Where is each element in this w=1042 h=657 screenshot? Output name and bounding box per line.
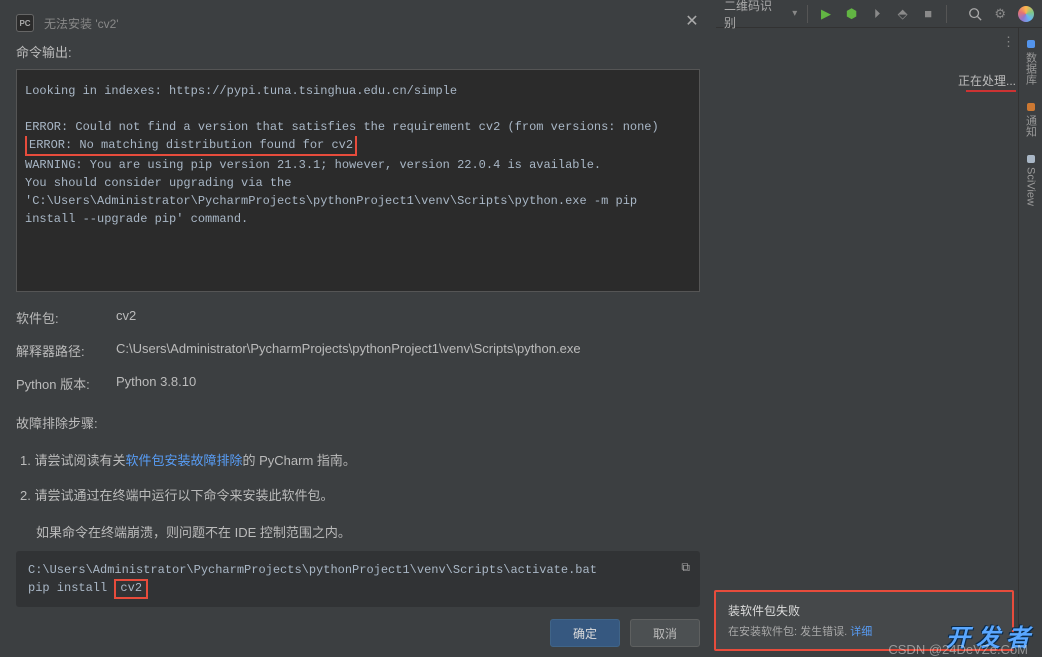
stop-icon[interactable]: ■	[920, 6, 936, 22]
notification-details-link[interactable]: 详细	[850, 626, 872, 638]
processing-indicator	[966, 90, 1016, 92]
console-line: Looking in indexes: https://pypi.tuna.ts…	[25, 84, 457, 98]
ok-button[interactable]: 确定	[550, 619, 620, 647]
interpreter-label: 解释器路径:	[16, 341, 116, 360]
command-output-console[interactable]: Looking in indexes: https://pypi.tuna.ts…	[16, 69, 700, 292]
toolbar-divider	[807, 5, 808, 23]
profile-icon[interactable]: ⬘	[895, 6, 911, 22]
troubleshoot-step-2: 2. 请尝试通过在终端中运行以下命令来安装此软件包。	[20, 485, 700, 504]
editor-area: ⋮ 正在处理... 装软件包失败 在安装软件包: 发生错误. 详细	[716, 28, 1042, 657]
main-toolbar: 二维码识别 ▾ ▶ ⬢ ⏵ ⬘ ■ ⚙	[716, 0, 1042, 28]
package-info-grid: 软件包: cv2 解释器路径: C:\Users\Administrator\P…	[16, 308, 700, 393]
console-line: You should consider upgrading via the 'C…	[25, 176, 644, 226]
command-box: C:\Users\Administrator\PycharmProjects\p…	[16, 551, 700, 607]
copy-icon[interactable]: ⧉	[681, 559, 690, 577]
console-line: WARNING: You are using pip version 21.3.…	[25, 158, 601, 172]
right-sidebar-tabs: 数据库 通知 SciView	[1018, 28, 1042, 657]
command-line: C:\Users\Administrator\PycharmProjects\p…	[28, 561, 688, 579]
package-value: cv2	[116, 308, 700, 327]
search-icon[interactable]	[967, 6, 983, 22]
python-version-label: Python 版本:	[16, 374, 116, 393]
troubleshoot-step-1: 1. 请尝试阅读有关软件包安装故障排除的 PyCharm 指南。	[20, 450, 700, 469]
processing-label: 正在处理...	[958, 72, 1016, 89]
notification-popup[interactable]: 装软件包失败 在安装软件包: 发生错误. 详细	[714, 590, 1014, 651]
troubleshoot-note: 如果命令在终端崩溃，则问题不在 IDE 控制范围之内。	[36, 522, 700, 541]
close-icon[interactable]: ✕	[684, 15, 700, 31]
install-error-dialog: PC 无法安装 'cv2' ✕ 命令输出: Looking in indexes…	[0, 0, 716, 657]
cancel-button[interactable]: 取消	[630, 619, 700, 647]
dialog-titlebar: PC 无法安装 'cv2' ✕	[16, 14, 700, 32]
sidebar-tab-notifications[interactable]: 通知	[1023, 103, 1039, 137]
notification-title: 装软件包失败	[728, 602, 1000, 619]
toolbar-divider	[946, 5, 947, 23]
dialog-title: 无法安装 'cv2'	[44, 15, 119, 32]
notification-body: 在安装软件包: 发生错误. 详细	[728, 623, 1000, 639]
interpreter-value: C:\Users\Administrator\PycharmProjects\p…	[116, 341, 700, 360]
sidebar-tab-sciview[interactable]: SciView	[1025, 155, 1037, 206]
dialog-buttons: 确定 取消	[16, 619, 700, 647]
console-error-line: ERROR: Could not find a version that sat…	[25, 118, 659, 136]
command-line: pip install cv2	[28, 579, 688, 597]
sciview-icon	[1027, 155, 1035, 163]
debug-icon[interactable]: ⬢	[844, 6, 860, 22]
output-label: 命令输出:	[16, 42, 700, 61]
python-version-value: Python 3.8.10	[116, 374, 700, 393]
pycharm-icon: PC	[16, 14, 34, 32]
database-icon	[1027, 40, 1035, 48]
troubleshoot-title: 故障排除步骤:	[16, 413, 700, 432]
kebab-menu-icon[interactable]: ⋮	[1002, 34, 1016, 50]
sidebar-tab-database[interactable]: 数据库	[1023, 40, 1039, 85]
run-config-dropdown[interactable]: 二维码识别	[724, 0, 782, 31]
package-label: 软件包:	[16, 308, 116, 327]
highlighted-package: cv2	[114, 579, 148, 599]
coverage-icon[interactable]: ⏵	[869, 6, 885, 22]
troubleshoot-guide-link[interactable]: 软件包安装故障排除	[125, 453, 242, 468]
run-icon[interactable]: ▶	[818, 6, 834, 22]
console-error-line: ERROR: No matching distribution found fo…	[25, 136, 357, 156]
gear-icon[interactable]: ⚙	[992, 6, 1008, 22]
bell-icon	[1027, 103, 1035, 111]
toolbox-icon[interactable]	[1018, 6, 1034, 22]
chevron-down-icon[interactable]: ▾	[792, 8, 797, 19]
ide-right-pane: 二维码识别 ▾ ▶ ⬢ ⏵ ⬘ ■ ⚙ ⋮ 正在处理... 装软件包失败 在安装…	[716, 0, 1042, 657]
